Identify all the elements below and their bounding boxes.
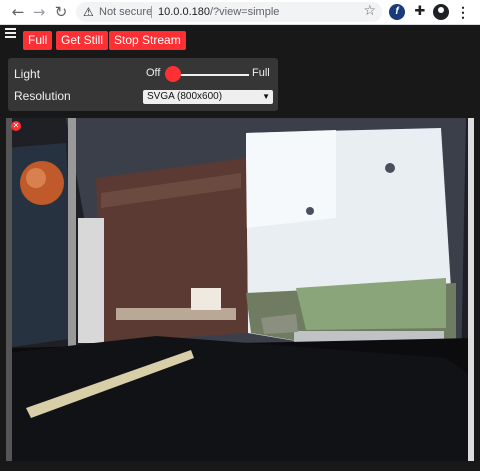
resolution-label: Resolution [14, 89, 71, 103]
back-arrow-icon[interactable]: ← [9, 3, 27, 21]
light-slider-track[interactable] [171, 74, 249, 76]
url-path: /?view=simple [210, 6, 280, 18]
settings-panel: Light Off Full Resolution SVGA (800x600)… [8, 58, 278, 111]
profile-icon[interactable] [433, 4, 449, 20]
forward-arrow-icon[interactable]: → [30, 3, 48, 21]
star-icon[interactable]: ☆ [363, 3, 376, 19]
stream-frame [6, 118, 474, 461]
hamburger-icon[interactable] [5, 28, 16, 38]
warning-icon[interactable]: ⚠ [83, 4, 94, 20]
full-button[interactable]: Full [23, 31, 53, 50]
browser-toolbar: ← → ↻ ⚠ Not secure 10.0.0.180/?view=simp… [0, 0, 480, 25]
url-host: 10.0.0.180 [158, 6, 210, 18]
address-bar[interactable]: ⚠ Not secure 10.0.0.180/?view=simple ☆ [76, 2, 382, 22]
light-slider-thumb[interactable] [165, 66, 181, 82]
camera-stream-image [6, 118, 474, 461]
stop-stream-button[interactable]: Stop Stream [109, 31, 186, 50]
light-max-label: Full [252, 67, 270, 79]
address-divider [151, 6, 152, 18]
resolution-value: SVGA (800x600) [147, 91, 223, 102]
extension-icon[interactable]: f [389, 4, 405, 20]
puzzle-icon[interactable]: ✚ [412, 4, 428, 20]
resolution-select[interactable]: SVGA (800x600) ▼ [143, 90, 273, 104]
light-min-label: Off [146, 67, 161, 79]
menu-icon[interactable]: ⋮ [455, 4, 471, 20]
get-still-button[interactable]: Get Still [56, 31, 109, 50]
url-text[interactable]: 10.0.0.180/?view=simple [158, 5, 279, 19]
light-label: Light [14, 67, 41, 81]
close-icon[interactable]: ✕ [11, 121, 21, 131]
chevron-down-icon: ▼ [262, 92, 270, 101]
security-label[interactable]: Not secure [99, 5, 152, 19]
camera-page: Full Get Still Stop Stream Light Off Ful… [0, 25, 480, 471]
reload-icon[interactable]: ↻ [52, 3, 70, 21]
